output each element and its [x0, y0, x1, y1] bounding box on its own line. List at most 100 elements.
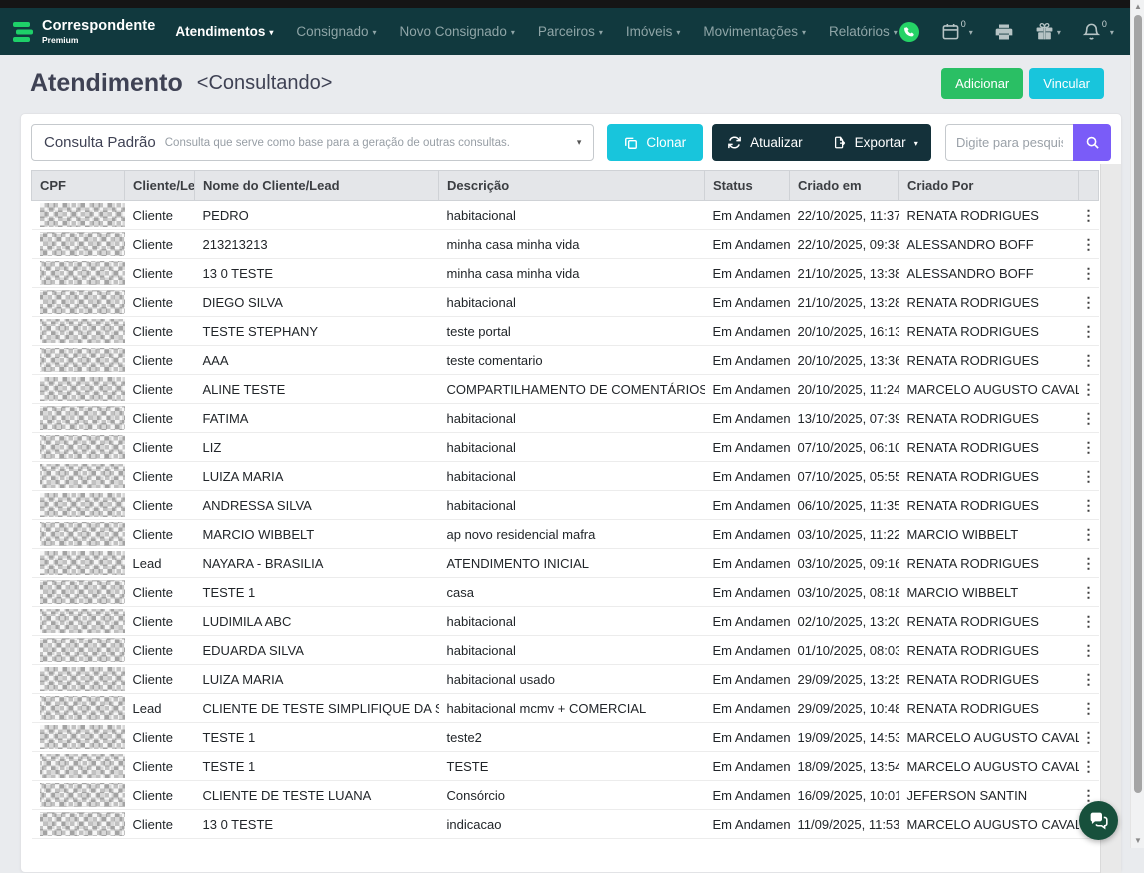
adicionar-button[interactable]: Adicionar	[941, 68, 1023, 99]
bell-icon[interactable]: 0 ▾	[1082, 22, 1114, 41]
kebab-menu-icon[interactable]: ⋮	[1082, 613, 1096, 629]
criado-por-cell: RENATA RODRIGUES	[899, 346, 1079, 375]
cpf-redacted-value	[40, 493, 125, 517]
table-row: Lead CLIENTE DE TESTE SIMPLIFIQUE DA SIL…	[32, 694, 1099, 723]
row-actions-cell: ⋮	[1079, 288, 1099, 317]
table-row: Cliente TESTE 1 casa Em Andamento 03/10/…	[32, 578, 1099, 607]
descricao-cell: indicacao	[439, 810, 705, 839]
cliente-lead-cell: Cliente	[125, 462, 195, 491]
table-row: Cliente 13 0 TESTE minha casa minha vida…	[32, 259, 1099, 288]
criado-por-cell: MARCELO AUGUSTO CAVALI	[899, 723, 1079, 752]
kebab-menu-icon[interactable]: ⋮	[1082, 294, 1096, 310]
chevron-down-icon: ▾	[969, 28, 973, 37]
nome-cell: 213213213	[195, 230, 439, 259]
status-cell: Em Andamento	[705, 520, 790, 549]
page-scrollbar[interactable]: ▲ ▼	[1130, 0, 1144, 848]
query-select[interactable]: Consulta Padrão Consulta que serve como …	[31, 124, 594, 161]
whatsapp-icon[interactable]	[898, 21, 920, 43]
table-row: Cliente EDUARDA SILVA habitacional Em An…	[32, 636, 1099, 665]
status-cell: Em Andamento	[705, 404, 790, 433]
kebab-menu-icon[interactable]: ⋮	[1082, 265, 1096, 281]
row-actions-cell: ⋮	[1079, 375, 1099, 404]
vincular-button[interactable]: Vincular	[1029, 68, 1104, 99]
printer-icon[interactable]	[994, 22, 1014, 42]
kebab-menu-icon[interactable]: ⋮	[1082, 323, 1096, 339]
calendar-icon[interactable]: 0 ▾	[941, 22, 973, 41]
criado-por-cell: RENATA RODRIGUES	[899, 433, 1079, 462]
column-header-cliente-lead[interactable]: Cliente/Lead	[125, 171, 195, 201]
atualizar-button[interactable]: Atualizar	[712, 124, 818, 161]
kebab-menu-icon[interactable]: ⋮	[1082, 352, 1096, 368]
kebab-menu-icon[interactable]: ⋮	[1082, 787, 1096, 803]
chevron-down-icon: ▾	[1057, 28, 1061, 37]
copy-icon	[624, 136, 638, 150]
chevron-down-icon: ▾	[269, 28, 273, 37]
criado-em-cell: 07/10/2025, 05:55:12	[790, 462, 899, 491]
criado-em-cell: 11/09/2025, 11:53:30	[790, 810, 899, 839]
menu-movimentacoes[interactable]: Movimentações▾	[703, 24, 806, 39]
table-scrollbar-track[interactable]	[1100, 164, 1121, 873]
column-header-status[interactable]: Status	[705, 171, 790, 201]
column-header-cpf[interactable]: CPF	[32, 171, 125, 201]
kebab-menu-icon[interactable]: ⋮	[1082, 642, 1096, 658]
table-row: Cliente TESTE STEPHANY teste portal Em A…	[32, 317, 1099, 346]
gift-icon[interactable]: ▾	[1035, 22, 1061, 41]
status-cell: Em Andamento	[705, 607, 790, 636]
column-header-descricao[interactable]: Descrição	[439, 171, 705, 201]
scrollbar-thumb[interactable]	[1134, 15, 1142, 793]
chat-button[interactable]	[1079, 801, 1118, 840]
cpf-redacted-value	[40, 609, 125, 633]
criado-em-cell: 20/10/2025, 16:13:59	[790, 317, 899, 346]
criado-por-cell: RENATA RODRIGUES	[899, 636, 1079, 665]
kebab-menu-icon[interactable]: ⋮	[1082, 700, 1096, 716]
kebab-menu-icon[interactable]: ⋮	[1082, 758, 1096, 774]
cpf-redacted-value	[40, 551, 125, 575]
nome-cell: TESTE STEPHANY	[195, 317, 439, 346]
scrollbar-up-arrow[interactable]: ▲	[1131, 0, 1144, 14]
menu-atendimentos[interactable]: Atendimentos▾	[175, 24, 273, 39]
menu-imoveis[interactable]: Imóveis▾	[626, 24, 681, 39]
main-menu: Atendimentos▾ Consignado▾ Novo Consignad…	[175, 24, 897, 39]
criado-por-cell: RENATA RODRIGUES	[899, 317, 1079, 346]
nome-cell: TESTE 1	[195, 752, 439, 781]
clonar-button[interactable]: Clonar	[607, 124, 703, 161]
kebab-menu-icon[interactable]: ⋮	[1082, 439, 1096, 455]
menu-parceiros[interactable]: Parceiros▾	[538, 24, 603, 39]
kebab-menu-icon[interactable]: ⋮	[1082, 207, 1096, 223]
criado-por-cell: RENATA RODRIGUES	[899, 491, 1079, 520]
kebab-menu-icon[interactable]: ⋮	[1082, 236, 1096, 252]
cliente-lead-cell: Cliente	[125, 665, 195, 694]
column-header-criado-por[interactable]: Criado Por	[899, 171, 1079, 201]
kebab-menu-icon[interactable]: ⋮	[1082, 729, 1096, 745]
criado-em-cell: 22/10/2025, 09:38:01	[790, 230, 899, 259]
kebab-menu-icon[interactable]: ⋮	[1082, 468, 1096, 484]
cpf-redacted-value	[40, 754, 125, 778]
kebab-menu-icon[interactable]: ⋮	[1082, 410, 1096, 426]
column-header-criado-em[interactable]: Criado em	[790, 171, 899, 201]
descricao-cell: habitacional	[439, 491, 705, 520]
row-actions-cell: ⋮	[1079, 491, 1099, 520]
kebab-menu-icon[interactable]: ⋮	[1082, 381, 1096, 397]
nome-cell: 13 0 TESTE	[195, 259, 439, 288]
scrollbar-down-arrow[interactable]: ▼	[1131, 834, 1144, 848]
cpf-cell	[32, 375, 125, 404]
table-row: Cliente TESTE 1 TESTE Em Andamento 18/09…	[32, 752, 1099, 781]
exportar-button[interactable]: Exportar ▾	[818, 124, 931, 161]
search-input[interactable]	[945, 124, 1073, 161]
column-header-nome[interactable]: Nome do Cliente/Lead	[195, 171, 439, 201]
menu-novo-consignado[interactable]: Novo Consignado▾	[400, 24, 515, 39]
menu-consignado[interactable]: Consignado▾	[296, 24, 376, 39]
brand-logo[interactable]: Correspondente Premium	[12, 19, 155, 44]
kebab-menu-icon[interactable]: ⋮	[1082, 497, 1096, 513]
kebab-menu-icon[interactable]: ⋮	[1082, 555, 1096, 571]
cpf-redacted-value	[40, 261, 125, 285]
kebab-menu-icon[interactable]: ⋮	[1082, 671, 1096, 687]
table-header-row: CPF Cliente/Lead Nome do Cliente/Lead De…	[32, 171, 1099, 201]
menu-relatorios[interactable]: Relatórios▾	[829, 24, 898, 39]
bell-badge: 0	[1102, 19, 1107, 29]
cpf-cell	[32, 462, 125, 491]
kebab-menu-icon[interactable]: ⋮	[1082, 584, 1096, 600]
nome-cell: CLIENTE DE TESTE SIMPLIFIQUE DA SILVA	[195, 694, 439, 723]
search-button[interactable]	[1073, 124, 1111, 161]
kebab-menu-icon[interactable]: ⋮	[1082, 526, 1096, 542]
